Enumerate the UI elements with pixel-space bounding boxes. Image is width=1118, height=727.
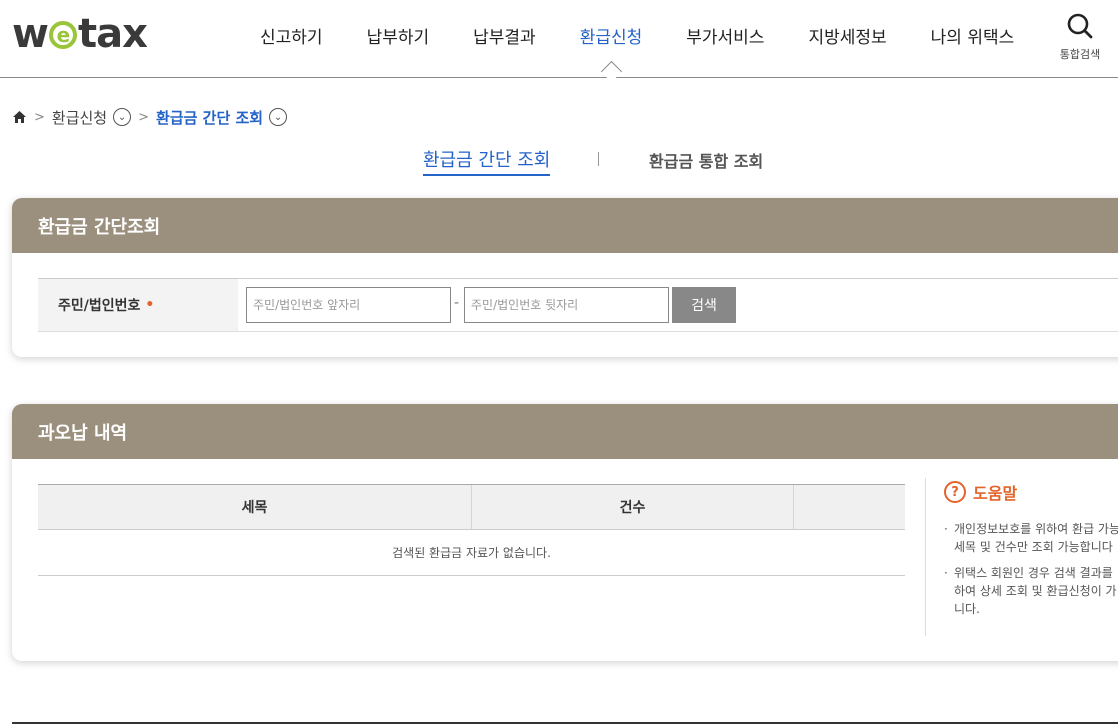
tab-divider bbox=[598, 152, 599, 166]
help-item: 개인정보보호를 위하여 환급 가능 세목 및 건수만 조회 가능합니다 bbox=[944, 520, 1118, 556]
id-dash: - bbox=[454, 295, 460, 311]
nav-item-payment-result[interactable]: 납부결과 bbox=[451, 0, 558, 70]
help-box: ? 도움말 개인정보보호를 위하여 환급 가능 세목 및 건수만 조회 가능합니… bbox=[944, 480, 1118, 626]
column-divider bbox=[793, 485, 794, 529]
overpayment-table: 세목 건수 검색된 환급금 자료가 없습니다. bbox=[38, 484, 905, 576]
tab-integrated-inquiry[interactable]: 환급금 통합 조회 bbox=[649, 148, 763, 172]
search-icon bbox=[1067, 13, 1093, 39]
nav-item-extra-services[interactable]: 부가서비스 bbox=[664, 0, 786, 70]
id-number-label-text: 주민/법인번호 bbox=[58, 298, 141, 314]
nav-item-refund[interactable]: 환급신청 bbox=[558, 0, 665, 70]
id-back-input[interactable] bbox=[464, 287, 669, 323]
logo-e-circle: e bbox=[48, 21, 77, 49]
id-front-input[interactable] bbox=[246, 287, 451, 323]
breadcrumb-separator: > bbox=[138, 109, 150, 125]
id-number-label: 주민/법인번호 • bbox=[38, 279, 238, 331]
help-title: ? 도움말 bbox=[944, 480, 1118, 504]
table-header: 세목 건수 bbox=[38, 484, 905, 530]
logo-text-tax: tax bbox=[77, 11, 148, 57]
global-nav: 신고하기 납부하기 납부결과 환급신청 부가서비스 지방세정보 나의 위택스 bbox=[238, 0, 1036, 78]
overpayment-panel: 과오납 내역 세목 건수 검색된 환급금 자료가 없습니다. ? 도움말 개인정… bbox=[12, 404, 1118, 661]
tab-simple-inquiry[interactable]: 환급금 간단 조회 bbox=[423, 146, 551, 176]
chevron-down-icon[interactable]: ⌄ bbox=[113, 108, 132, 126]
required-mark: • bbox=[145, 297, 155, 313]
wetax-logo[interactable]: w e tax bbox=[12, 11, 148, 57]
help-item: 위택스 회원인 경우 검색 결과를 하여 상세 조회 및 환급신청이 가 니다. bbox=[944, 564, 1118, 618]
simple-inquiry-panel: 환급금 간단조회 주민/법인번호• - 검색 bbox=[12, 198, 1118, 357]
breadcrumb-separator: > bbox=[34, 109, 45, 125]
id-number-row: 주민/법인번호• - 검색 bbox=[38, 278, 1118, 332]
question-icon: ? bbox=[944, 481, 966, 503]
panel-title: 환급금 간단조회 bbox=[12, 198, 1118, 253]
panel-title: 과오납 내역 bbox=[12, 404, 1118, 459]
column-header-tax-item: 세목 bbox=[241, 500, 268, 516]
chevron-down-icon[interactable]: ⌄ bbox=[269, 108, 288, 126]
home-icon[interactable] bbox=[12, 110, 27, 124]
nav-item-my-wetax[interactable]: 나의 위택스 bbox=[909, 0, 1037, 70]
footer-divider bbox=[12, 722, 1118, 724]
sub-tabs: 환급금 간단 조회 환급금 통합 조회 bbox=[0, 146, 1118, 176]
breadcrumb-level1[interactable]: 환급신청 bbox=[52, 107, 107, 128]
breadcrumb: > 환급신청 ⌄ > 환급금 간단 조회 ⌄ bbox=[12, 106, 288, 128]
help-title-text: 도움말 bbox=[973, 484, 1018, 503]
nav-item-payment[interactable]: 납부하기 bbox=[345, 0, 452, 70]
empty-message: 검색된 환급금 자료가 없습니다. bbox=[38, 530, 905, 576]
integrated-search-button[interactable]: 통합검색 bbox=[1052, 12, 1108, 62]
search-button[interactable]: 검색 bbox=[672, 287, 736, 323]
search-label: 통합검색 bbox=[1059, 48, 1101, 61]
logo-text-w: w bbox=[12, 11, 49, 57]
column-header-count: 건수 bbox=[619, 500, 646, 516]
site-header: w e tax 신고하기 납부하기 납부결과 환급신청 부가서비스 지방세정보 나의… bbox=[0, 0, 1118, 78]
help-list: 개인정보보호를 위하여 환급 가능 세목 및 건수만 조회 가능합니다 위택스 … bbox=[944, 520, 1118, 618]
nav-item-report[interactable]: 신고하기 bbox=[238, 0, 345, 70]
help-divider bbox=[925, 478, 926, 636]
nav-item-local-tax-info[interactable]: 지방세정보 bbox=[786, 0, 908, 70]
breadcrumb-current: 환급금 간단 조회 bbox=[156, 108, 264, 127]
